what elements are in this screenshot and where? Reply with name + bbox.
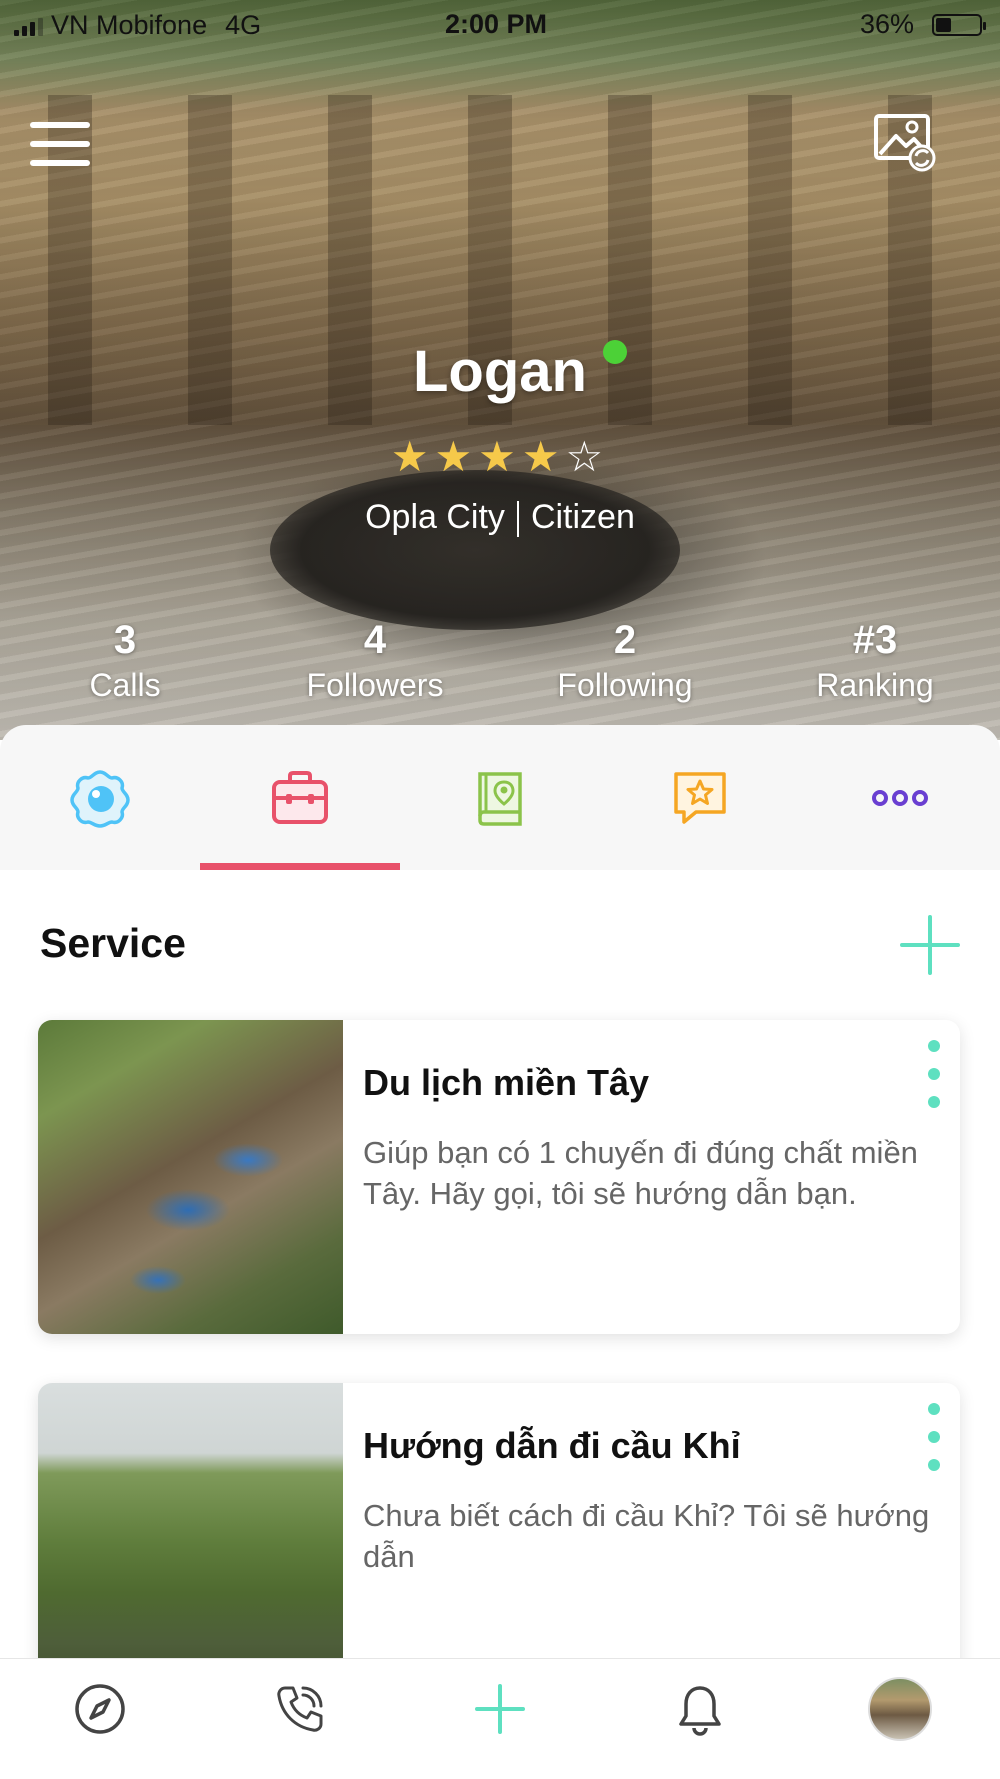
battery-percent: 36% [859,9,914,39]
change-cover-photo-icon[interactable] [872,112,940,174]
stat-value: 3 [113,618,137,662]
star-filled-icon: ★ [478,433,522,480]
service-title: Hướng dẫn đi cầu Khỉ [363,1425,741,1466]
star-filled-icon: ★ [521,433,566,480]
service-thumbnail [38,1020,343,1334]
briefcase-icon [272,770,328,824]
nav-notifications[interactable] [600,1659,800,1759]
tab-reviews[interactable] [600,725,800,870]
avatar [868,1677,932,1741]
star-filled-icon: ★ [390,433,435,480]
bell-icon [679,1686,721,1736]
carrier-info: VN Mobifone 4G [14,10,261,41]
divider [516,501,519,538]
rating-stars: ★★★★☆ [0,432,1000,481]
status-bar: VN Mobifone 4G 2:00 PM 36% [0,0,1000,50]
nav-create[interactable] [400,1659,600,1759]
phone-icon [277,1686,323,1732]
profile-tabs [0,725,1000,870]
add-service-button[interactable] [900,915,960,975]
bottom-nav [0,1658,1000,1779]
stat-label: Ranking [816,667,934,703]
service-description: Chưa biết cách đi cầu Khỉ? Tôi sẽ hướng … [363,1498,930,1574]
stat-ranking[interactable]: #3 Ranking [750,618,1000,704]
profile-stats: 3 Calls 4 Followers 2 Following #3 Ranki… [0,618,1000,718]
location-role: Opla City Citizen [0,498,1000,538]
compass-icon [75,1684,125,1734]
service-thumbnail [38,1383,343,1697]
stat-label: Following [557,667,693,703]
active-tab-indicator [200,863,400,870]
nav-profile[interactable] [800,1659,1000,1759]
stat-value: #3 [852,618,898,662]
stat-value: 4 [363,618,387,662]
section-title: Service [40,920,186,966]
star-review-icon [674,771,726,824]
profile-name: Logan [413,339,587,404]
service-description: Giúp bạn có 1 chuyến đi đúng chất miền T… [363,1135,918,1211]
stat-value: 2 [613,618,637,662]
battery-icon [932,14,986,36]
kebab-menu-icon[interactable] [926,1403,942,1475]
more-icon [872,789,928,806]
service-title: Du lịch miền Tây [363,1062,650,1103]
network-type: 4G [225,10,262,40]
stat-following[interactable]: 2 Following [500,618,750,704]
nav-calls[interactable] [200,1659,400,1759]
nav-explore[interactable] [0,1659,200,1759]
profile-role: Citizen [530,498,635,536]
tab-places[interactable] [400,725,600,870]
service-card[interactable]: Du lịch miền Tây Giúp bạn có 1 chuyến đi… [38,1020,960,1334]
signal-icon [14,16,43,36]
star-filled-icon: ★ [434,433,479,480]
clock: 2:00 PM [445,9,548,39]
stat-label: Followers [306,667,444,703]
online-status-indicator [603,340,627,364]
stat-label: Calls [89,667,161,703]
carrier-name: VN Mobifone [51,10,208,40]
map-book-icon [478,771,522,826]
service-card[interactable]: Hướng dẫn đi cầu Khỉ Chưa biết cách đi c… [38,1383,960,1697]
stat-followers[interactable]: 4 Followers [250,618,500,704]
tab-more[interactable] [800,725,1000,870]
kebab-menu-icon[interactable] [926,1040,942,1112]
tab-gallery[interactable] [0,725,200,870]
star-empty-icon: ☆ [565,433,610,480]
stat-calls[interactable]: 3 Calls [0,618,250,704]
profile-location: Opla City [365,498,505,536]
plus-icon [475,1684,525,1734]
plus-icon [900,915,960,975]
battery-fill [936,18,952,32]
tab-services[interactable] [200,725,400,870]
hamburger-menu-icon[interactable] [30,122,90,166]
flower-icon [70,769,130,828]
